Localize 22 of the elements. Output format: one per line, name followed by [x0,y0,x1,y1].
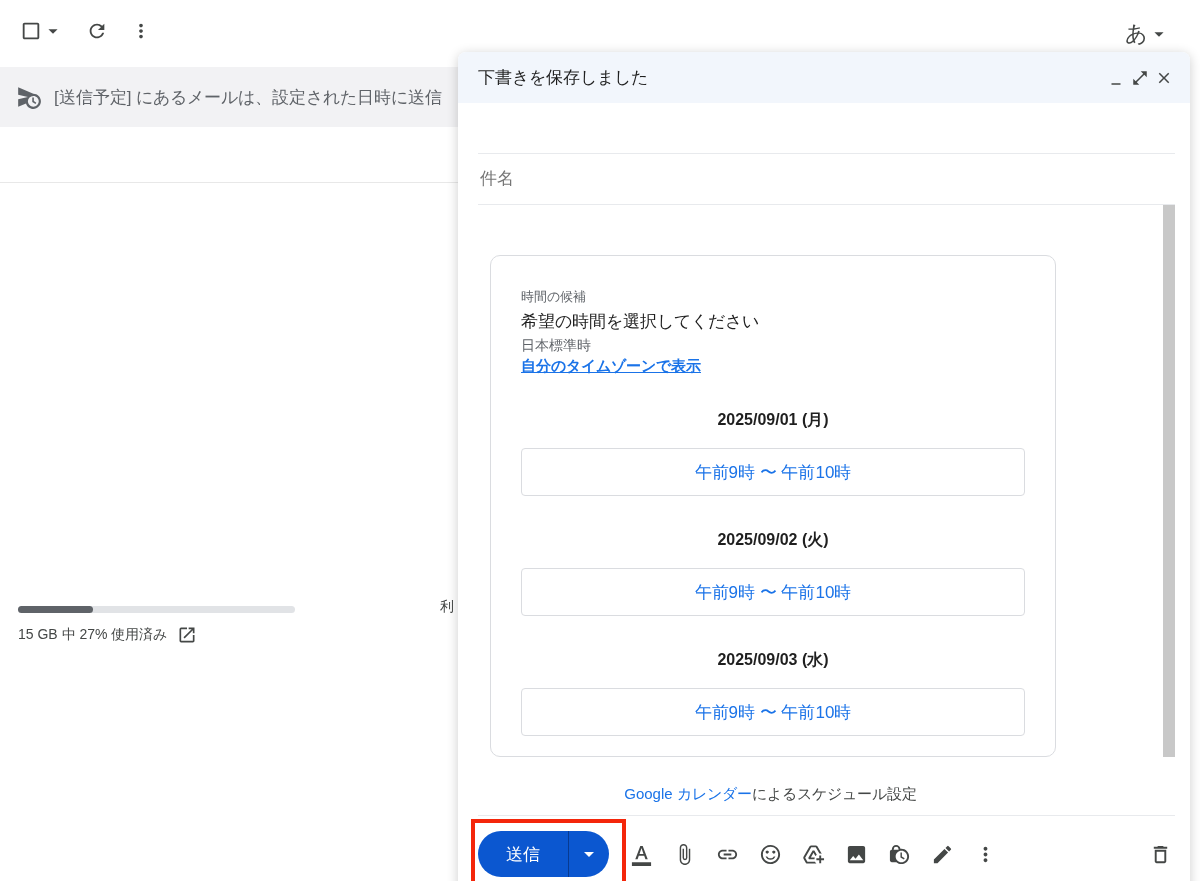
calendar-link[interactable]: Google カレンダー [624,785,752,802]
date-text: 2025/09/03 (水) [717,650,829,670]
date-text: 2025/09/02 (火) [717,530,829,550]
card-heading: 希望の時間を選択してください [521,311,760,333]
input-method-button[interactable]: あ [1119,18,1176,50]
time-slot-button[interactable]: 午前9時 〜 午前10時 [521,568,1025,616]
scrollbar[interactable] [1163,205,1175,757]
storage-text: 15 GB 中 27% 使用済み [18,626,168,644]
time-slot-button[interactable]: 午前9時 〜 午前10時 [521,448,1025,496]
time-slot-button[interactable]: 午前9時 〜 午前10時 [521,688,1025,736]
window-title: 下書きを保存しました [478,67,649,89]
date-text: 2025/09/01 (月) [717,410,829,430]
banner-text: [送信予定] にあるメールは、設定された日時に送信 [54,86,443,109]
timezone-text: 日本標準時 [521,337,592,355]
cut-text: 利 [440,598,454,616]
select-checkbox[interactable] [20,20,42,42]
card-caption: 時間の候補 [521,288,587,306]
external-link-icon[interactable] [177,625,198,645]
send-button[interactable]: 送信 [478,831,568,877]
scheduled-send-icon [16,84,42,110]
timezone-link[interactable]: 自分のタイムゾーンで表示 [521,357,701,376]
footer-text: Google カレンダーによるスケジュール設定 [624,785,917,804]
